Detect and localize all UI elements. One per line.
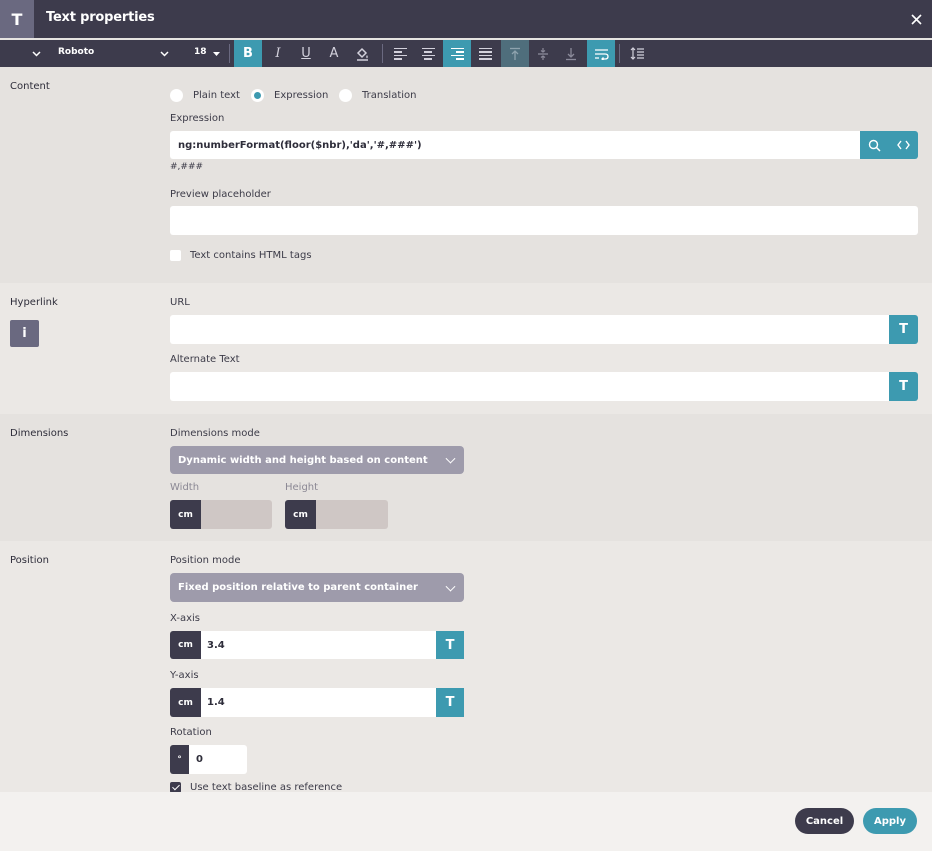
width-input [201,500,272,529]
html-tags-checkbox[interactable] [170,250,181,261]
rotation-label: Rotation [170,727,212,738]
radio-expression[interactable] [251,89,264,102]
dimensions-mode-value: Dynamic width and height based on conten… [178,454,428,466]
toolbar-divider [382,44,383,63]
preview-placeholder-label: Preview placeholder [170,189,271,200]
format-toolbar: Roboto 18 B I U A [0,40,932,67]
rotation-input[interactable]: 0 [189,745,247,774]
expression-format-hint: #,### [170,162,204,172]
info-icon[interactable]: i [10,320,39,347]
x-axis-label: X-axis [170,613,200,624]
dimensions-mode-label: Dimensions mode [170,428,260,439]
toolbar-divider [619,44,620,63]
code-icon[interactable] [889,131,918,159]
radio-translation-label: Translation [362,90,417,101]
cancel-button[interactable]: Cancel [795,808,854,834]
font-size-caret-icon[interactable] [211,40,221,67]
content-section [0,67,932,283]
line-height-icon[interactable] [623,40,651,67]
chevron-down-icon [445,453,456,464]
width-unit-button[interactable]: cm [170,500,201,529]
align-left-icon[interactable] [386,40,414,67]
radio-translation[interactable] [339,89,352,102]
hyperlink-section-label: Hyperlink [10,297,58,308]
font-family-chevron-icon[interactable] [156,40,172,67]
dimensions-mode-select[interactable]: Dynamic width and height based on conten… [170,446,464,474]
html-tags-label: Text contains HTML tags [190,250,312,261]
apply-button[interactable]: Apply [863,808,917,834]
text-element-icon: T [0,0,34,38]
chevron-down-icon [445,581,456,592]
position-section-label: Position [10,555,49,566]
align-center-icon[interactable] [414,40,442,67]
font-size-select[interactable]: 18 [194,47,207,57]
position-section [0,541,932,792]
content-section-label: Content [10,81,50,92]
x-axis-unit-button[interactable]: cm [170,631,201,659]
height-input [316,500,388,529]
search-icon[interactable] [860,131,889,159]
url-translate-icon[interactable]: T [889,315,918,344]
width-label: Width [170,482,200,493]
close-icon[interactable] [906,9,926,29]
word-wrap-icon[interactable] [587,40,615,67]
dialog-title: Text properties [46,10,155,25]
dimensions-section-label: Dimensions [10,428,69,439]
url-label: URL [170,297,190,308]
height-unit-button[interactable]: cm [285,500,316,529]
radio-plain-text[interactable] [170,89,183,102]
dialog-footer [0,792,932,851]
valign-top-icon[interactable] [501,40,529,67]
chevron-down-icon[interactable] [28,40,44,67]
url-input[interactable] [170,315,889,344]
rotation-unit-label: ° [170,745,189,774]
align-right-icon[interactable] [443,40,471,67]
radio-expression-label: Expression [274,90,329,101]
alternate-text-label: Alternate Text [170,354,240,365]
y-axis-label: Y-axis [170,670,199,681]
y-axis-input[interactable]: 1.4 [201,688,436,717]
fill-color-icon[interactable] [348,40,376,67]
dimensions-section [0,414,932,541]
position-mode-label: Position mode [170,555,241,566]
underline-button[interactable]: U [292,40,320,67]
italic-button[interactable]: I [264,40,292,67]
alternate-text-translate-icon[interactable]: T [889,372,918,401]
alternate-text-input[interactable] [170,372,889,401]
expression-label: Expression [170,113,225,124]
height-label: Height [285,482,319,493]
radio-plain-text-label: Plain text [193,90,240,101]
expression-input[interactable]: ng:numberFormat(floor($nbr),'da','#,###'… [170,131,860,159]
title-bar: T Text properties [0,0,932,38]
position-mode-value: Fixed position relative to parent contai… [178,582,418,593]
y-axis-translate-icon[interactable]: T [436,688,464,717]
align-justify-icon[interactable] [471,40,499,67]
bold-button[interactable]: B [234,40,262,67]
position-mode-select[interactable]: Fixed position relative to parent contai… [170,573,464,602]
preview-placeholder-input[interactable] [170,206,918,235]
text-color-button[interactable]: A [320,40,348,67]
font-family-select[interactable]: Roboto [58,47,94,57]
y-axis-unit-button[interactable]: cm [170,688,201,717]
x-axis-input[interactable]: 3.4 [201,631,436,659]
toolbar-divider [229,44,230,63]
valign-bottom-icon[interactable] [557,40,585,67]
x-axis-translate-icon[interactable]: T [436,631,464,659]
valign-middle-icon[interactable] [529,40,557,67]
